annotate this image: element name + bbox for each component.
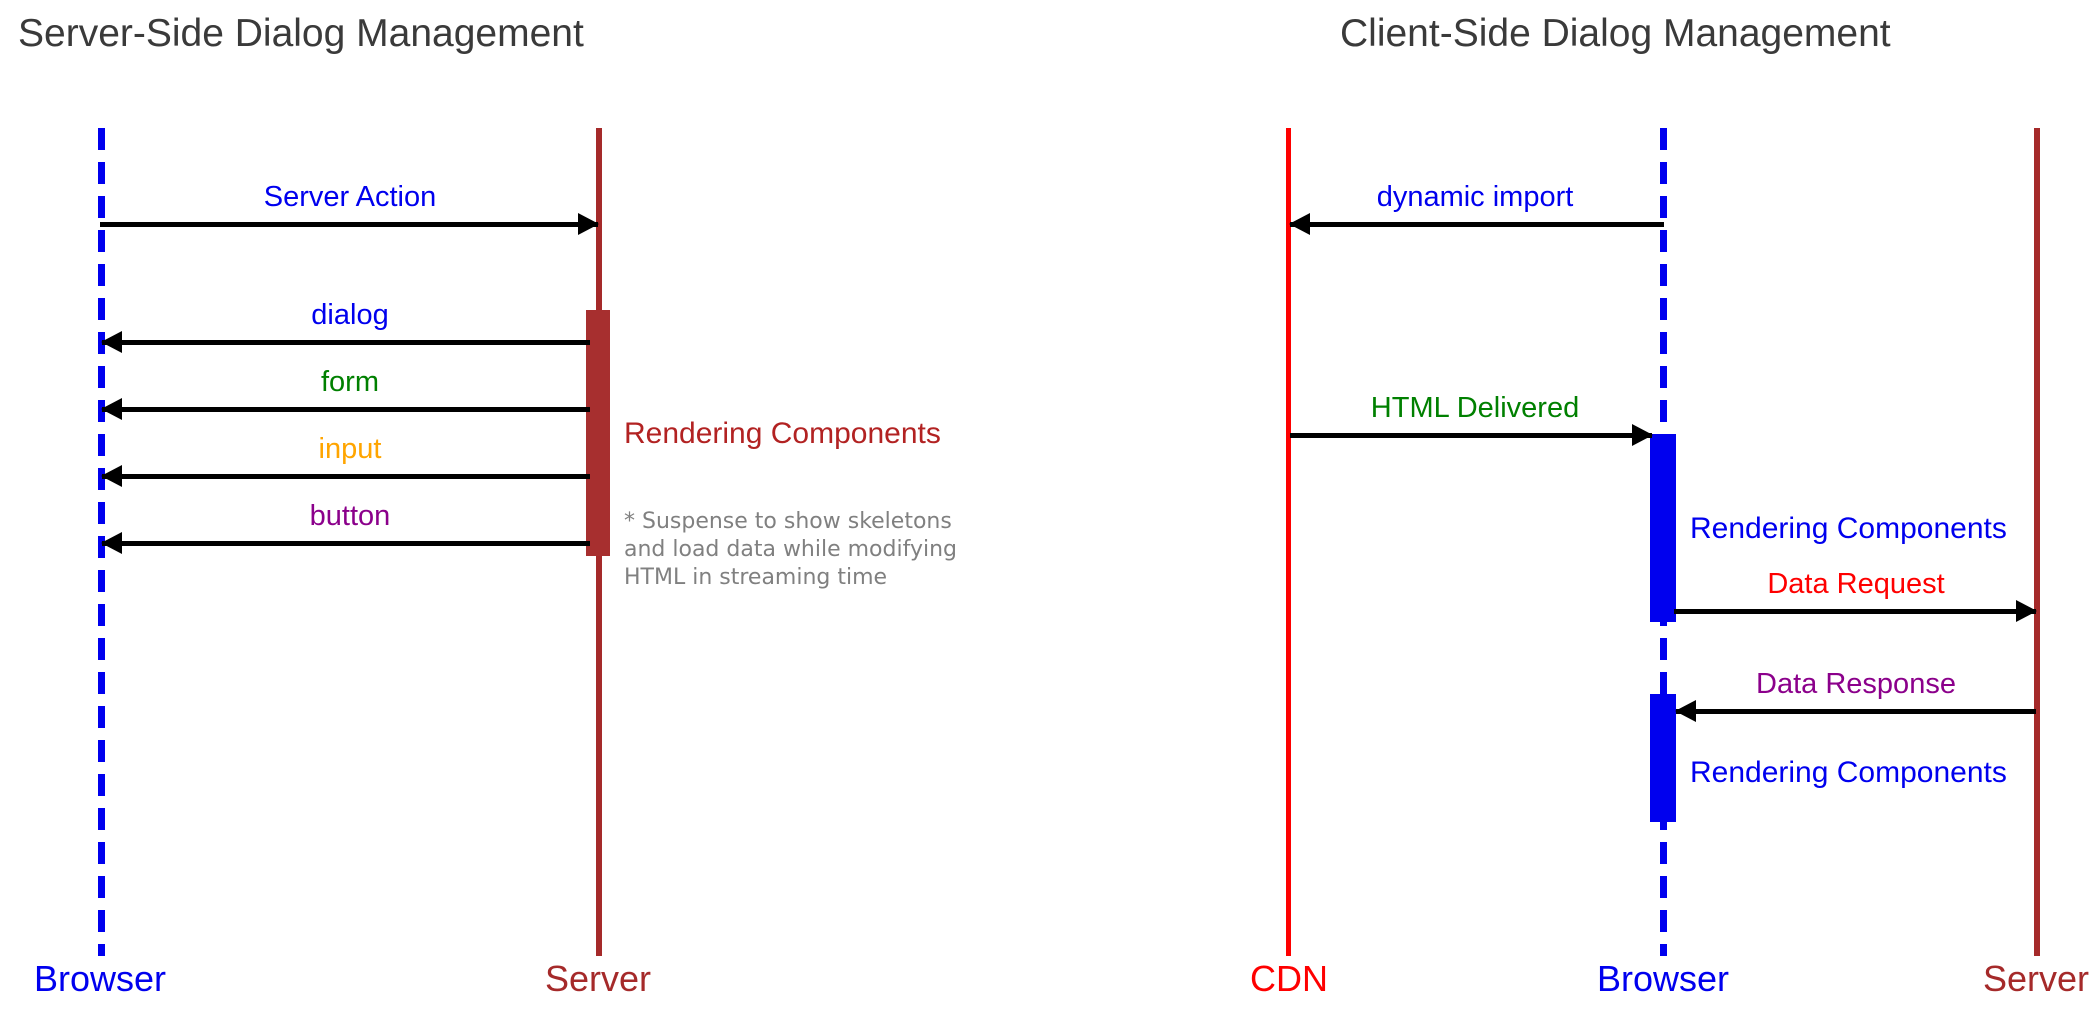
message-label-dialog: dialog [311,299,389,331]
arrow-shaft [1676,708,2036,714]
arrow-shaft [1290,221,1664,227]
arrow-head-icon [2016,600,2037,622]
arrow-shaft [100,221,598,227]
message-label-data-request: Data Request [1767,568,1945,600]
page-title-server-side: Server-Side Dialog Management [18,12,584,55]
message-label-dynamic-import: dynamic import [1376,181,1574,213]
message-arrow-data-response [1675,700,2036,722]
message-label-html-delivered: HTML Delivered [1370,392,1580,424]
arrow-head-icon [101,532,122,554]
activation-bar-browser-render-1 [1650,434,1676,622]
arrow-shaft [1290,432,1652,438]
message-arrow-dynamic-import [1289,213,1664,235]
arrow-head-icon [101,398,122,420]
arrow-shaft [102,473,590,479]
activation-bar-server-left [586,310,610,556]
actor-label-browser-left: Browser [33,958,167,999]
arrow-head-icon [1632,424,1653,446]
annotation-rendering-components-client-1: Rendering Components [1690,512,2007,545]
actor-label-server-left: Server [544,958,652,999]
arrow-shaft [102,540,590,546]
message-arrow-data-request [1674,600,2037,622]
message-label-input: input [318,433,382,465]
activation-bar-browser-render-2 [1650,694,1676,822]
actor-label-server-right: Server [1982,958,2090,999]
annotation-rendering-components-client-2: Rendering Components [1690,756,2007,789]
lifeline-server-right [2034,128,2040,956]
page-title-client-side: Client-Side Dialog Management [1340,12,1891,55]
arrow-shaft [102,406,590,412]
message-arrow-html-delivered [1290,424,1653,446]
note-suspense-streaming: * Suspense to show skeletons and load da… [624,509,957,591]
message-arrow-server-action [100,213,599,235]
annotation-rendering-components-server: Rendering Components [624,417,941,450]
message-label-data-response: Data Response [1756,668,1956,700]
arrow-head-icon [101,465,122,487]
message-arrow-form [101,398,590,420]
arrow-head-icon [1675,700,1696,722]
lifeline-cdn [1286,128,1291,956]
arrow-head-icon [578,213,599,235]
arrow-head-icon [1289,213,1310,235]
diagram-canvas: Server-Side Dialog Management Server Act… [0,0,2100,1010]
panel-client-side: Client-Side Dialog Management dynamic im… [1050,0,2100,1010]
message-arrow-input [101,465,590,487]
panel-server-side: Server-Side Dialog Management Server Act… [0,0,1050,1010]
message-arrow-dialog [101,331,590,353]
arrow-head-icon [101,331,122,353]
arrow-shaft [102,339,590,345]
arrow-shaft [1674,608,2036,614]
message-label-server-action: Server Action [263,181,437,213]
actor-label-browser-right: Browser [1596,958,1730,999]
actor-label-cdn: CDN [1250,958,1328,999]
message-arrow-button [101,532,590,554]
message-label-button: button [309,500,391,532]
message-label-form: form [321,366,379,398]
